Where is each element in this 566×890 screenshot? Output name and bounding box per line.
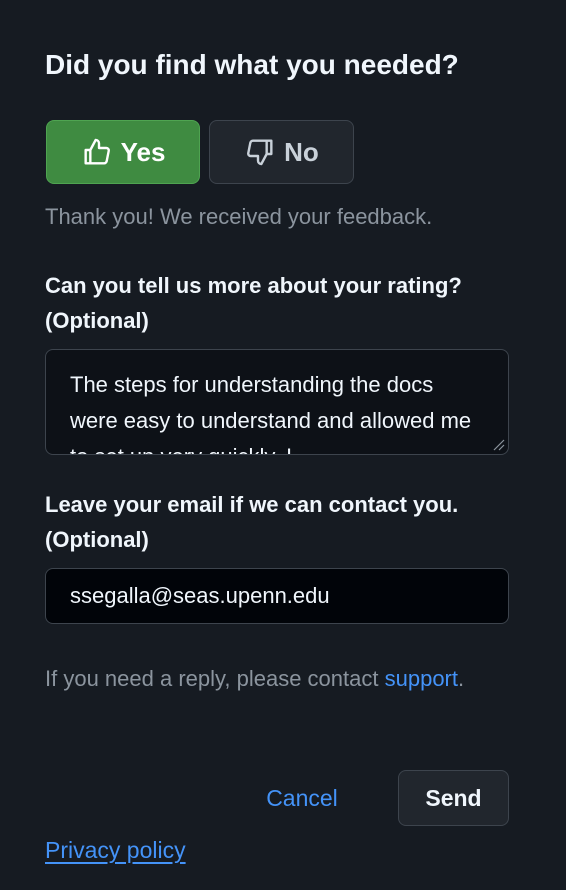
thumbs-up-icon xyxy=(84,138,110,165)
cancel-button[interactable]: Cancel xyxy=(262,770,342,826)
reply-note-text: If you need a reply, please contact xyxy=(45,666,379,691)
no-label: No xyxy=(284,136,319,167)
email-label: Leave your email if we can contact you. … xyxy=(45,487,515,557)
reply-note-period: . xyxy=(458,666,465,691)
thumbs-down-icon xyxy=(247,139,273,166)
privacy-policy-link[interactable]: Privacy policy xyxy=(45,834,186,866)
yes-button[interactable]: Yes xyxy=(46,120,200,184)
more-info-label-text: Can you tell us more about your rating? xyxy=(45,273,462,298)
email-input[interactable] xyxy=(46,569,508,623)
resize-grip-icon[interactable] xyxy=(491,437,505,451)
yes-label: Yes xyxy=(120,136,166,167)
more-info-label: Can you tell us more about your rating? … xyxy=(45,268,515,338)
no-button[interactable]: No xyxy=(209,120,354,184)
feedback-heading: Did you find what you needed? xyxy=(45,49,459,80)
comment-textarea[interactable]: The steps for understanding the docs wer… xyxy=(46,350,508,454)
more-info-optional-text: (Optional) xyxy=(45,308,149,333)
email-field[interactable] xyxy=(45,568,509,624)
email-label-text: Leave your email if we can contact you. xyxy=(45,492,459,517)
reply-note: If you need a reply, please contact supp… xyxy=(45,658,515,700)
email-optional-text: (Optional) xyxy=(45,527,149,552)
send-button[interactable]: Send xyxy=(398,770,509,826)
comment-field[interactable]: The steps for understanding the docs wer… xyxy=(45,349,509,455)
support-link[interactable]: support xyxy=(385,666,458,691)
thanks-message: Thank you! We received your feedback. xyxy=(45,204,433,229)
